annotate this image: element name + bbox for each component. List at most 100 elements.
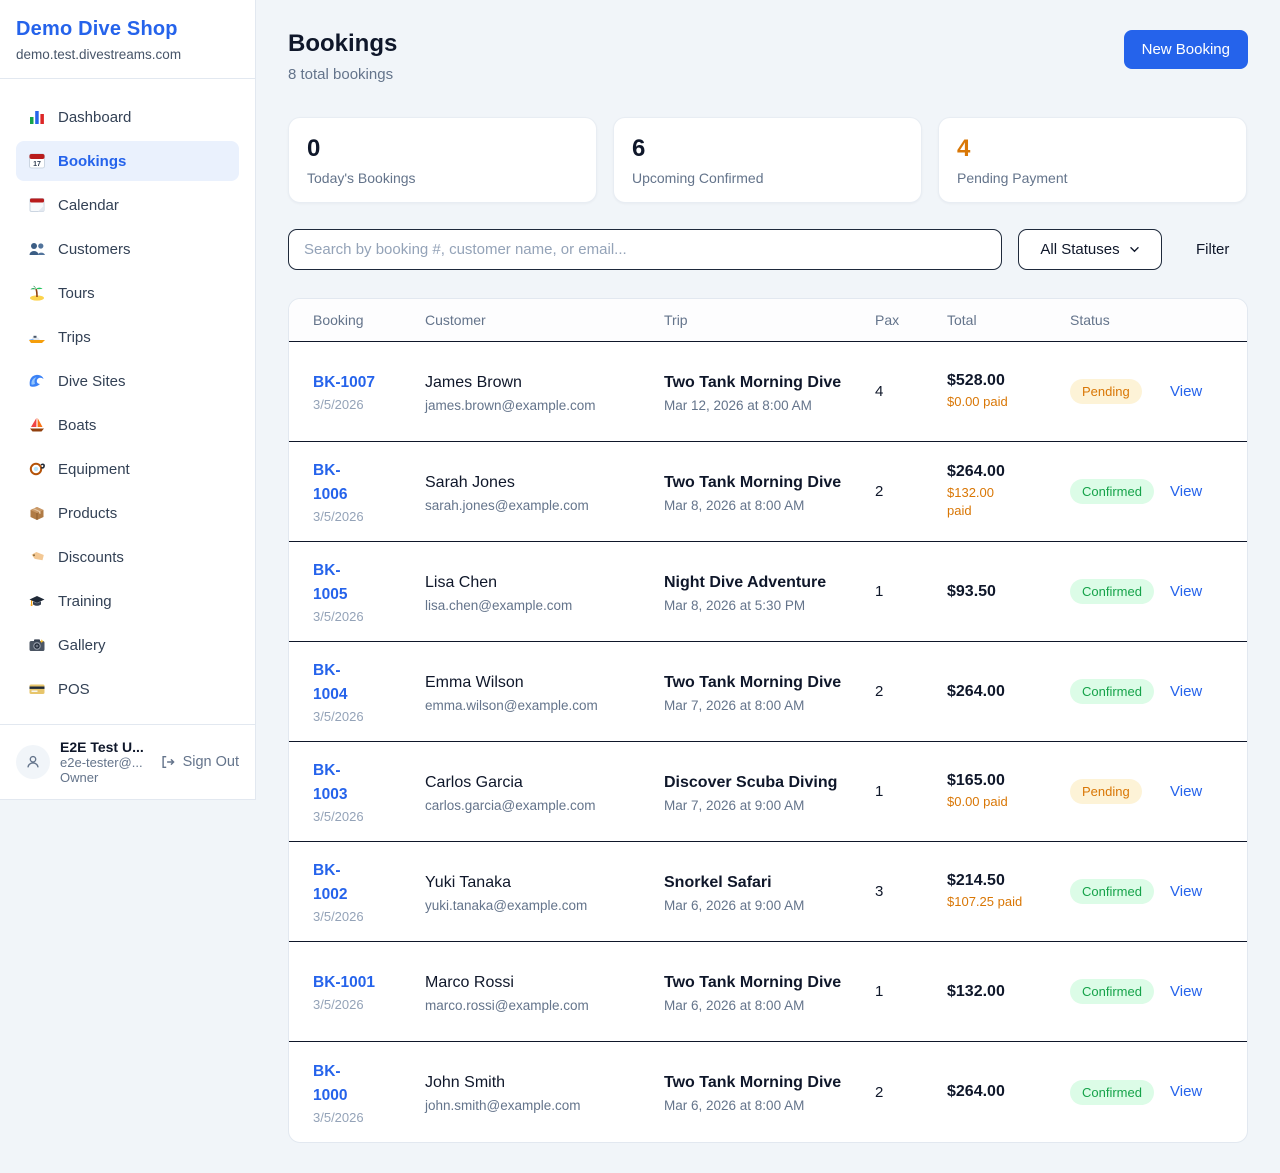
user-role: Owner [60,770,150,785]
paid-amount: $107.25 paid [947,893,1033,911]
sidebar-item-label: Bookings [58,153,126,170]
stat-card-pending-payment: 4 Pending Payment [938,117,1247,203]
sidebar-item-products[interactable]: Products [16,493,239,533]
sidebar-item-pos[interactable]: POS [16,669,239,709]
stat-card-todays-bookings: 0 Today's Bookings [288,117,597,203]
sidebar-item-calendar[interactable]: Calendar [16,185,239,225]
booking-id-link[interactable]: BK-1000 [313,1060,359,1108]
filter-button[interactable]: Filter [1196,241,1229,258]
booking-id-link[interactable]: BK-1003 [313,759,359,807]
sidebar-item-boats[interactable]: Boats [16,405,239,445]
customer-name: Sarah Jones [425,471,664,495]
booking-id-link[interactable]: BK-1004 [313,659,359,707]
brand-block[interactable]: Demo Dive Shop demo.test.divestreams.com [0,0,255,79]
trip-name: Discover Scuba Diving [664,771,853,795]
total-amount: $214.50 [947,872,1070,890]
view-link[interactable]: View [1170,383,1202,400]
booking-id-link[interactable]: BK-1006 [313,459,359,507]
view-link[interactable]: View [1170,483,1202,500]
sidebar-item-trips[interactable]: Trips [16,317,239,357]
credit-card-icon [28,680,46,698]
package-icon [28,504,46,522]
sidebar-item-bookings[interactable]: 17 Bookings [16,141,239,181]
col-header-total: Total [947,312,1070,328]
customer-name: Marco Rossi [425,971,664,995]
sidebar-item-customers[interactable]: Customers [16,229,239,269]
total-amount: $93.50 [947,583,1070,601]
user-box: E2E Test U... e2e-tester@... Owner Sign … [0,724,255,799]
sidebar-item-dashboard[interactable]: Dashboard [16,97,239,137]
sidebar-item-label: Calendar [58,197,119,214]
stat-label: Upcoming Confirmed [632,170,903,186]
booking-id-link[interactable]: BK-1002 [313,859,359,907]
sidebar-item-label: Customers [58,241,131,258]
sidebar-item-dive-sites[interactable]: Dive Sites [16,361,239,401]
user-email: e2e-tester@... [60,755,150,770]
status-badge: Confirmed [1070,679,1154,704]
view-link[interactable]: View [1170,783,1202,800]
chevron-down-icon [1129,246,1140,253]
booking-id-link[interactable]: BK-1005 [313,559,359,607]
total-amount: $264.00 [947,1083,1070,1101]
sidebar-item-equipment[interactable]: Equipment [16,449,239,489]
status-badge: Pending [1070,379,1142,404]
status-select[interactable]: All Statuses [1018,229,1162,270]
view-link[interactable]: View [1170,883,1202,900]
status-badge: Confirmed [1070,979,1154,1004]
customer-email: marco.rossi@example.com [425,998,664,1013]
status-badge: Confirmed [1070,1080,1154,1105]
tear-calendar-icon [28,196,46,214]
svg-text:17: 17 [33,161,41,168]
main-content: Bookings 8 total bookings New Booking 0 … [256,0,1280,1173]
view-link[interactable]: View [1170,1083,1202,1100]
table-row: BK-1003 3/5/2026 Carlos Garcia carlos.ga… [289,742,1247,842]
view-link[interactable]: View [1170,983,1202,1000]
booking-id-link[interactable]: BK-1001 [313,971,375,995]
sign-out-button[interactable]: Sign Out [160,754,239,770]
pax-count: 2 [875,1084,947,1101]
sidebar-item-gallery[interactable]: Gallery [16,625,239,665]
person-icon [24,753,42,771]
booking-date: 3/5/2026 [313,397,425,412]
view-link[interactable]: View [1170,583,1202,600]
view-link[interactable]: View [1170,683,1202,700]
booking-date: 3/5/2026 [313,609,425,624]
customer-name: John Smith [425,1071,664,1095]
brand-domain: demo.test.divestreams.com [16,47,239,62]
paid-amount: $0.00 paid [947,393,1033,411]
pax-count: 2 [875,483,947,500]
sidebar: Demo Dive Shop demo.test.divestreams.com… [0,0,256,800]
sidebar-item-tours[interactable]: Tours [16,273,239,313]
status-badge: Pending [1070,779,1142,804]
dive-mask-icon [28,460,46,478]
booking-date: 3/5/2026 [313,997,425,1012]
table-row: BK-1002 3/5/2026 Yuki Tanaka yuki.tanaka… [289,842,1247,942]
booking-id-link[interactable]: BK-1007 [313,371,375,395]
sign-out-label: Sign Out [183,754,239,770]
speedboat-icon [28,328,46,346]
customer-name: Yuki Tanaka [425,871,664,895]
table-header: Booking Customer Trip Pax Total Status [289,299,1247,342]
total-amount: $528.00 [947,372,1070,390]
total-amount: $264.00 [947,463,1070,481]
avatar [16,745,50,779]
sidebar-item-training[interactable]: Training [16,581,239,621]
new-booking-button[interactable]: New Booking [1124,30,1248,69]
booking-date: 3/5/2026 [313,1110,425,1125]
sidebar-item-label: Trips [58,329,91,346]
sidebar-item-label: Training [58,593,112,610]
search-input[interactable] [288,229,1002,270]
sidebar-item-discounts[interactable]: Discounts [16,537,239,577]
pax-count: 1 [875,583,947,600]
stat-value: 0 [307,134,578,164]
trip-date: Mar 7, 2026 at 9:00 AM [664,798,853,813]
pax-count: 4 [875,383,947,400]
pax-count: 2 [875,683,947,700]
stat-label: Today's Bookings [307,170,578,186]
stats-row: 0 Today's Bookings 6 Upcoming Confirmed … [288,117,1248,203]
trip-date: Mar 7, 2026 at 8:00 AM [664,698,853,713]
trip-date: Mar 6, 2026 at 8:00 AM [664,1098,853,1113]
table-row: BK-1006 3/5/2026 Sarah Jones sarah.jones… [289,442,1247,542]
pax-count: 1 [875,783,947,800]
sidebar-item-label: Products [58,505,117,522]
